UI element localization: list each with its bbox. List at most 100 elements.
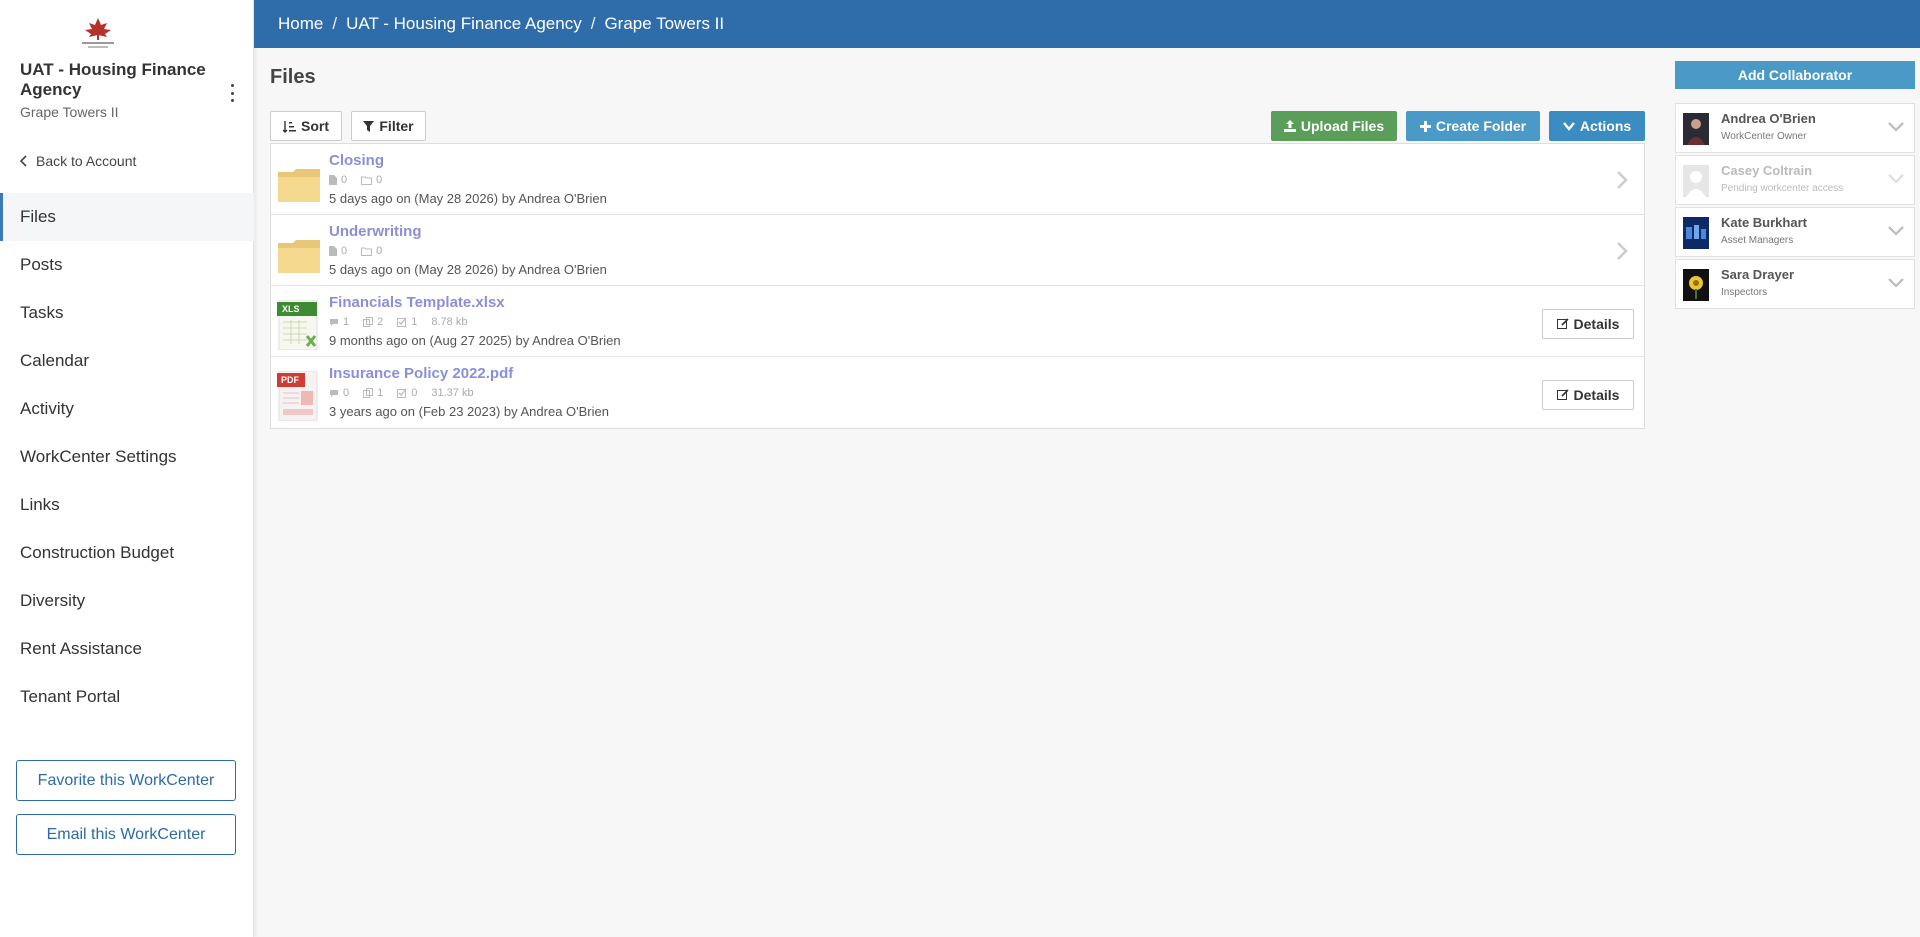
sidebar-item-tasks[interactable]: Tasks (0, 289, 254, 337)
edit-icon (1556, 389, 1569, 400)
sidebar-item-links[interactable]: Links (0, 481, 254, 529)
upload-files-button[interactable]: Upload Files (1271, 111, 1397, 141)
folder-count: 0 (376, 245, 383, 257)
file-name[interactable]: Insurance Policy 2022.pdf (329, 365, 513, 382)
plus-icon (1419, 120, 1431, 132)
add-collaborator-button[interactable]: Add Collaborator (1675, 61, 1915, 89)
details-button[interactable]: Details (1542, 380, 1634, 410)
breadcrumb-account[interactable]: UAT - Housing Finance Agency (346, 14, 582, 34)
logo-maple-icon (82, 18, 114, 48)
checkbox-icon (397, 388, 407, 398)
org-subtitle: Grape Towers II (20, 104, 119, 120)
chevron-down-icon[interactable] (1888, 277, 1904, 289)
file-name[interactable]: Financials Template.xlsx (329, 294, 505, 311)
breadcrumb: Home / UAT - Housing Finance Agency / Gr… (254, 0, 1920, 48)
file-row[interactable]: Underwriting 0 0 5 days ago on (May 28 2… (271, 215, 1644, 286)
file-count: 0 (341, 174, 348, 186)
details-button[interactable]: Details (1542, 309, 1634, 339)
sidebar-item-workcenter-settings[interactable]: WorkCenter Settings (0, 433, 254, 481)
breadcrumb-home[interactable]: Home (278, 14, 323, 34)
file-icon (329, 246, 337, 256)
chevron-right-icon[interactable] (1614, 170, 1630, 190)
sidebar-item-tenant-portal[interactable]: Tenant Portal (0, 673, 254, 721)
version-count: 1 (377, 387, 384, 399)
filter-button[interactable]: Filter (351, 111, 426, 141)
org-name: UAT - Housing Finance Agency (20, 60, 206, 99)
file-row[interactable]: PDF Insurance Policy 2022.pdf 0 1 0 31.3… (271, 357, 1644, 428)
file-info: 9 months ago on (Aug 27 2025) by Andrea … (329, 333, 621, 348)
sidebar: UAT - Housing Finance Agency Grape Tower… (0, 0, 254, 937)
folder-icon (278, 240, 320, 273)
actions-label: Actions (1579, 118, 1632, 134)
collaborator-card[interactable]: Kate Burkhart Asset Managers (1675, 207, 1915, 257)
chevron-left-icon (20, 155, 27, 167)
collaborator-role: Inspectors (1721, 287, 1768, 298)
chevron-down-icon[interactable] (1888, 173, 1904, 185)
svg-text:XLS: XLS (282, 304, 300, 314)
comment-count: 1 (343, 316, 350, 328)
folder-icon (361, 176, 373, 185)
collaborator-role: WorkCenter Owner (1721, 131, 1807, 142)
back-to-account-link[interactable]: Back to Account (20, 153, 136, 169)
file-list: Closing 0 0 5 days ago on (May 28 2026) … (270, 143, 1645, 429)
file-size: 31.37 kb (431, 387, 474, 399)
file-name[interactable]: Underwriting (329, 223, 422, 240)
collaborator-card[interactable]: Andrea O'Brien WorkCenter Owner (1675, 103, 1915, 153)
sidebar-item-construction-budget[interactable]: Construction Budget (0, 529, 254, 577)
avatar (1683, 113, 1709, 145)
sidebar-item-rent-assistance[interactable]: Rent Assistance (0, 625, 254, 673)
breadcrumb-separator: / (590, 14, 596, 33)
copy-icon (363, 317, 374, 327)
sort-label: Sort (301, 118, 329, 134)
breadcrumb-workcenter[interactable]: Grape Towers II (604, 14, 724, 34)
file-info: 3 years ago on (Feb 23 2023) by Andrea O… (329, 404, 609, 419)
file-row[interactable]: Closing 0 0 5 days ago on (May 28 2026) … (271, 144, 1644, 215)
version-count: 2 (377, 316, 384, 328)
sidebar-nav: Files Posts Tasks Calendar Activity Work… (0, 193, 254, 721)
file-count: 0 (341, 245, 348, 257)
sidebar-item-files[interactable]: Files (0, 193, 254, 241)
collaborator-role: Pending workcenter access (1721, 183, 1844, 194)
file-size: 8.78 kb (431, 316, 468, 328)
chevron-down-icon[interactable] (1888, 121, 1904, 133)
collaborator-name: Kate Burkhart (1721, 215, 1807, 230)
create-folder-label: Create Folder (1435, 118, 1527, 134)
create-folder-button[interactable]: Create Folder (1406, 111, 1540, 141)
actions-button[interactable]: Actions (1549, 111, 1645, 141)
comment-count: 0 (343, 387, 350, 399)
filter-icon (363, 120, 375, 132)
sort-icon (283, 120, 296, 133)
kebab-icon[interactable] (226, 84, 238, 102)
sidebar-item-calendar[interactable]: Calendar (0, 337, 254, 385)
file-info: 5 days ago on (May 28 2026) by Andrea O'… (329, 262, 607, 277)
email-workcenter-button[interactable]: Email this WorkCenter (16, 814, 236, 855)
filter-label: Filter (379, 118, 414, 134)
collaborator-card[interactable]: Sara Drayer Inspectors (1675, 259, 1915, 309)
details-label: Details (1573, 387, 1620, 403)
task-count: 1 (411, 316, 418, 328)
sort-button[interactable]: Sort (270, 111, 342, 141)
file-meta: 1 2 1 8.78 kb (329, 316, 467, 328)
file-name[interactable]: Closing (329, 152, 384, 169)
favorite-workcenter-button[interactable]: Favorite this WorkCenter (16, 760, 236, 801)
page-title: Files (270, 66, 316, 88)
comment-icon (330, 389, 338, 397)
file-info: 5 days ago on (May 28 2026) by Andrea O'… (329, 191, 607, 206)
chevron-right-icon[interactable] (1614, 241, 1630, 261)
details-label: Details (1573, 316, 1620, 332)
file-icon (329, 175, 337, 185)
sidebar-item-activity[interactable]: Activity (0, 385, 254, 433)
comment-icon (330, 318, 338, 326)
file-meta: 0 0 (329, 245, 382, 257)
sidebar-item-posts[interactable]: Posts (0, 241, 254, 289)
collaborator-name: Sara Drayer (1721, 267, 1794, 282)
collaborator-name: Andrea O'Brien (1721, 111, 1816, 126)
collaborator-card[interactable]: Casey Coltrain Pending workcenter access (1675, 155, 1915, 205)
copy-icon (363, 388, 374, 398)
chevron-down-icon[interactable] (1888, 225, 1904, 237)
file-meta: 0 1 0 31.37 kb (329, 387, 474, 399)
avatar (1683, 217, 1709, 249)
back-to-account-label: Back to Account (36, 153, 137, 169)
file-row[interactable]: XLS Financials Template.xlsx 1 2 1 8.78 … (271, 286, 1644, 357)
sidebar-item-diversity[interactable]: Diversity (0, 577, 254, 625)
